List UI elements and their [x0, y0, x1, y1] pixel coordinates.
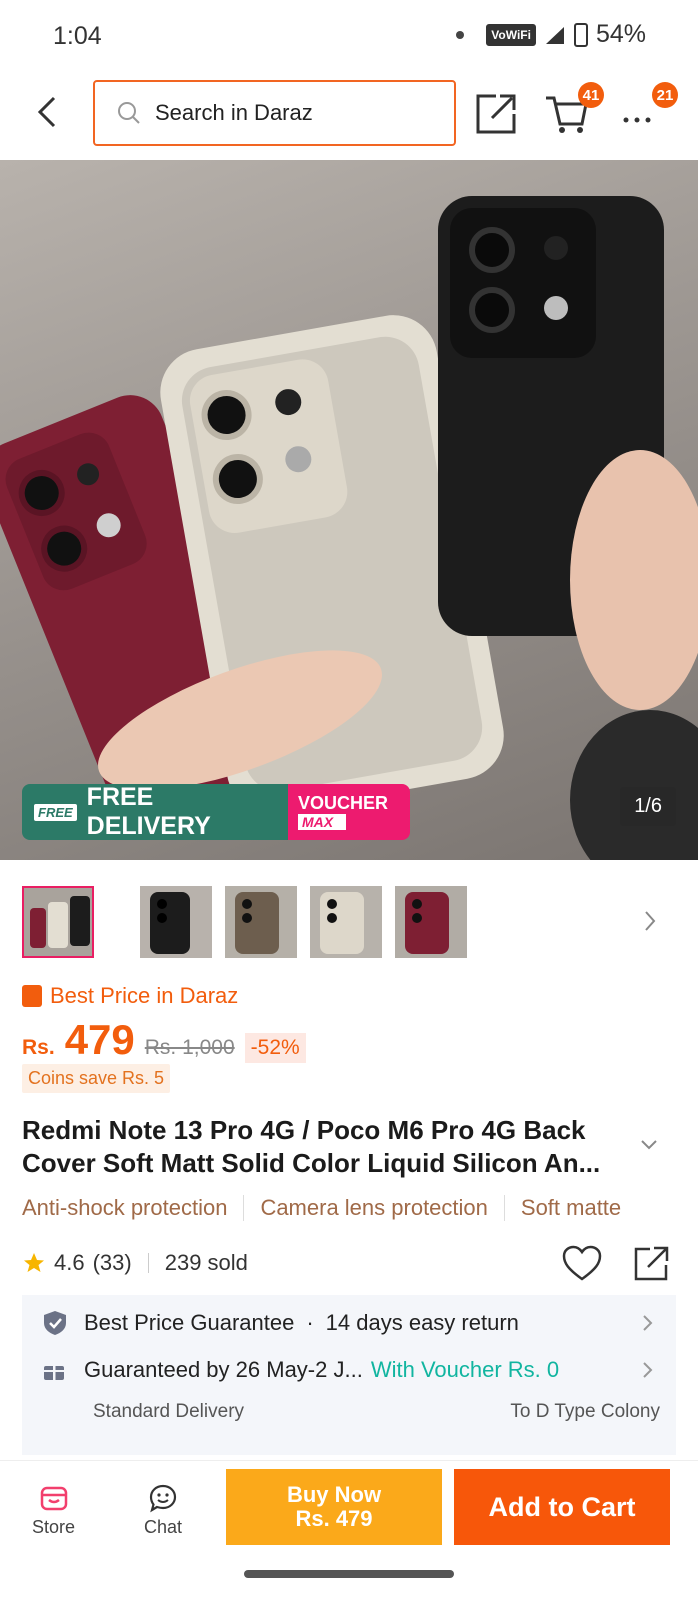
sold-count: 239 sold — [164, 1250, 248, 1275]
status-time: 1:04 — [53, 22, 102, 50]
phone-cases-illustration — [0, 196, 698, 860]
free-delivery-label: FREE DELIVERY — [86, 784, 211, 840]
discount-badge: -52% — [244, 1033, 306, 1063]
add-to-cart-button[interactable]: Add to Cart — [454, 1469, 670, 1545]
voucher-max-badge: VOUCHER MAX — [288, 784, 410, 840]
best-price-text: Best Price in Daraz — [50, 983, 239, 1008]
store-button[interactable]: Store — [32, 1483, 75, 1538]
chevron-right-icon — [643, 1315, 653, 1331]
rating-value: 4.6 — [54, 1250, 85, 1275]
thumbnail-maroon[interactable] — [395, 886, 467, 958]
store-icon — [40, 1486, 67, 1511]
search-icon — [118, 102, 140, 124]
coins-badge: Coins save Rs. 5 — [22, 1064, 171, 1093]
buy-now-label: Buy Now — [286, 1482, 382, 1507]
voucher-label: VOUCHER — [298, 793, 389, 813]
shield-check-icon — [44, 1311, 66, 1335]
thumbnail-brown[interactable] — [225, 886, 297, 958]
promo-banner: FREE FREE DELIVERY VOUCHER MAX — [22, 784, 410, 840]
thumbnail-strip — [22, 886, 682, 960]
thumbnail-black[interactable] — [140, 886, 212, 958]
delivery-row[interactable]: Guaranteed by 26 May-2 J... With Voucher… — [42, 1357, 656, 1383]
delivery-truck-icon: FREE — [34, 803, 77, 821]
tag-item[interactable]: Soft matte — [521, 1195, 621, 1221]
guarantee-row[interactable]: Best Price Guarantee · 14 days easy retu… — [42, 1309, 656, 1337]
store-label: Store — [32, 1517, 76, 1537]
voucher-text: With Voucher Rs. 0 — [370, 1357, 560, 1382]
chevron-right-icon[interactable] — [638, 906, 662, 936]
notification-dot — [456, 30, 465, 39]
best-price-icon — [22, 985, 42, 1007]
top-bar: Search in Daraz 41 21 — [0, 78, 698, 146]
signal-icon — [545, 26, 564, 44]
chevron-right-icon — [643, 1362, 653, 1378]
guarantee-label: Best Price Guarantee — [84, 1310, 295, 1335]
star-icon — [24, 1253, 44, 1272]
home-indicator[interactable] — [244, 1570, 454, 1578]
divider — [147, 1253, 149, 1273]
rating-count: (33) — [92, 1250, 132, 1275]
share-icon[interactable] — [632, 1243, 672, 1283]
max-label: MAX — [298, 814, 346, 830]
vowifi-icon: VoWiFi — [486, 23, 536, 46]
more-button[interactable]: 21 — [620, 82, 678, 138]
thumbnail-cream[interactable] — [310, 886, 382, 958]
buy-now-button[interactable]: Buy Now Rs. 479 — [226, 1469, 442, 1545]
return-label: 14 days easy return — [325, 1310, 519, 1335]
free-delivery-badge: FREE FREE DELIVERY — [22, 784, 288, 840]
search-placeholder: Search in Daraz — [155, 100, 313, 125]
service-info-box: Best Price Guarantee · 14 days easy retu… — [22, 1295, 676, 1455]
chat-button[interactable]: Chat — [144, 1483, 182, 1538]
bottom-action-bar: Store Chat Buy Now Rs. 479 Add to Cart — [0, 1460, 698, 1560]
product-image[interactable]: FREE FREE DELIVERY VOUCHER MAX 1/6 — [0, 160, 698, 860]
status-bar: 1:04 VoWiFi 54% — [0, 0, 698, 70]
battery-percent: 54% — [595, 20, 646, 48]
separator-dot: · — [306, 1310, 314, 1335]
price-row: Rs. 479 Rs. 1,000 -52% — [22, 1016, 306, 1064]
price-currency: Rs. — [22, 1036, 55, 1059]
tag-item[interactable]: Anti-shock protection — [22, 1195, 245, 1221]
search-bar[interactable]: Search in Daraz — [93, 80, 456, 146]
battery-icon — [573, 22, 588, 47]
chevron-down-icon[interactable] — [638, 1137, 660, 1153]
chat-icon — [149, 1484, 177, 1513]
cart-badge: 41 — [578, 82, 604, 108]
delivery-type: Standard Delivery — [93, 1401, 245, 1422]
gift-box-icon — [44, 1362, 64, 1380]
buy-now-price: Rs. 479 — [295, 1506, 373, 1531]
best-price-label: Best Price in Daraz — [22, 983, 238, 1009]
more-badge: 21 — [652, 82, 678, 108]
price-value: 479 — [64, 1016, 135, 1063]
thumbnail-multi[interactable] — [22, 886, 94, 958]
heart-icon[interactable] — [562, 1245, 602, 1283]
status-icons: VoWiFi 54% — [456, 20, 646, 49]
share-icon[interactable] — [472, 88, 522, 138]
product-title[interactable]: Redmi Note 13 Pro 4G / Poco M6 Pro 4G Ba… — [22, 1114, 642, 1180]
feature-tags: Anti-shock protection Camera lens protec… — [22, 1195, 698, 1221]
back-arrow-icon[interactable] — [32, 92, 68, 132]
delivery-destination: To D Type Colony — [510, 1401, 660, 1422]
delivery-guarantee: Guaranteed by 26 May-2 J... — [84, 1357, 363, 1382]
cart-button[interactable]: 41 — [542, 82, 604, 138]
original-price: Rs. 1,000 — [144, 1036, 235, 1059]
rating-row[interactable]: 4.6 (33) 239 sold — [22, 1250, 248, 1276]
image-counter: 1/6 — [620, 787, 676, 826]
chat-label: Chat — [144, 1517, 183, 1537]
tag-item[interactable]: Camera lens protection — [260, 1195, 505, 1221]
